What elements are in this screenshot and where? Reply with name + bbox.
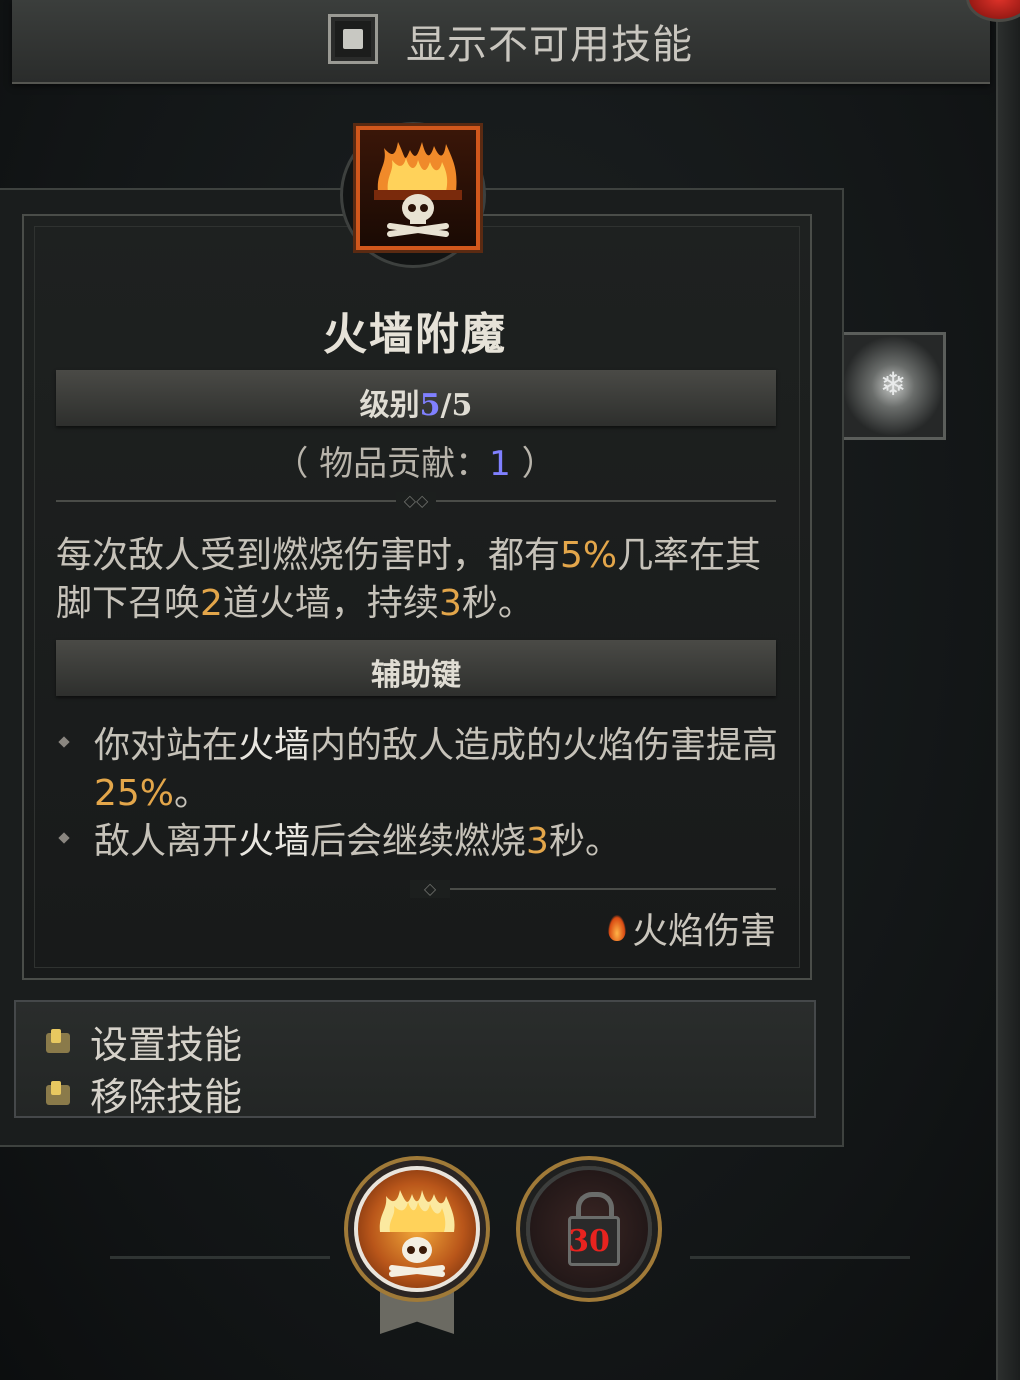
modifier-text: 敌人离开 — [94, 821, 239, 862]
damage-type-tag: 火焰伤害 — [607, 902, 776, 954]
level-band: 级别5/5 — [56, 370, 776, 426]
skill-description: 每次敌人受到燃烧伤害时，都有5%几率在其脚下召唤2道火墙，持续3秒。 — [56, 532, 786, 628]
modifiers-band: 辅助键 — [56, 640, 776, 696]
remove-skill-action[interactable]: 移除技能 — [46, 1066, 242, 1121]
fire-wall-skull-icon — [356, 126, 480, 250]
snowflake-icon: ❄ — [879, 365, 907, 403]
remove-skill-label: 移除技能 — [90, 1075, 243, 1119]
skill-title: 火墙附魔 — [323, 309, 507, 360]
modifiers-list: 你对站在火墙内的敌人造成的火焰伤害提高25%。 敌人离开火墙后会继续燃烧3秒。 — [56, 722, 786, 866]
contribution-prefix: （ 物品贡献： — [274, 444, 490, 484]
contribution-value: 1 — [489, 444, 511, 484]
divider-ornament: ◇ — [410, 880, 450, 898]
desc-part-1: 每次敌人受到燃烧伤害时，都有 — [56, 535, 561, 576]
modifier-value: 3 — [526, 821, 549, 862]
modifier-item: 你对站在火墙内的敌人造成的火焰伤害提高 25%。 — [56, 722, 786, 818]
contribution-suffix: ） — [510, 444, 556, 484]
divider-top: ◇◇ — [56, 492, 776, 510]
desc-value-walls: 2 — [200, 583, 223, 624]
skill-actions-panel: 设置技能 移除技能 — [14, 1000, 816, 1121]
divider-ornament: ◇◇ — [396, 492, 436, 510]
thorn-decoration-left — [110, 1256, 330, 1259]
desc-part-3: 道火墙，持续 — [222, 583, 439, 624]
level-separator: / — [440, 388, 452, 423]
bullet-icon — [58, 736, 70, 748]
damage-type-label: 火焰伤害 — [631, 911, 776, 952]
item-contribution: （ 物品贡献：1 ） — [0, 436, 830, 485]
modifier-text: 内的敌人造成的火焰伤害提高 — [310, 725, 779, 766]
key-icon — [46, 1080, 70, 1107]
level-max: 5 — [451, 388, 473, 423]
frost-swirl-skill-icon[interactable]: ❄ — [840, 332, 946, 440]
level-label: 级别 — [359, 388, 420, 423]
fire-wall-enchant-node[interactable] — [354, 1166, 480, 1292]
key-icon — [46, 1028, 70, 1055]
right-scroll-rail — [996, 0, 1020, 1380]
modifier-text: 秒。 — [548, 821, 621, 862]
assign-skill-label: 设置技能 — [90, 1023, 243, 1067]
modifier-value: 25% — [94, 773, 175, 814]
thorn-decoration-right — [690, 1256, 910, 1259]
modifier-highlight: 火墙 — [238, 821, 311, 862]
modifier-item: 敌人离开火墙后会继续燃烧3秒。 — [56, 818, 786, 866]
locked-skill-node[interactable]: 30 — [526, 1166, 652, 1292]
show-unavailable-checkbox[interactable] — [328, 14, 378, 64]
desc-value-duration: 3 — [438, 583, 462, 624]
modifier-text: 你对站在 — [94, 725, 239, 766]
level-current: 5 — [419, 388, 441, 423]
checkbox-inner — [343, 29, 363, 49]
top-toggle-bar: 显示不可用技能 — [12, 0, 990, 84]
desc-value-chance: 5% — [560, 535, 618, 576]
show-unavailable-label[interactable]: 显示不可用技能 — [406, 12, 693, 70]
modifier-text: 后会继续燃烧 — [310, 821, 527, 862]
bullet-icon — [58, 832, 70, 844]
assign-skill-action[interactable]: 设置技能 — [46, 1014, 242, 1069]
fire-wall-skull-icon — [379, 1190, 455, 1277]
modifier-highlight: 火墙 — [238, 725, 311, 766]
required-level: 30 — [568, 1224, 610, 1259]
divider-bottom: ◇ — [410, 880, 776, 898]
modifiers-header: 辅助键 — [371, 658, 461, 693]
desc-part-4: 秒。 — [461, 583, 534, 624]
level-text: 级别5/5 — [56, 380, 776, 424]
flame-icon — [607, 915, 626, 941]
modifier-text: 。 — [174, 773, 211, 814]
